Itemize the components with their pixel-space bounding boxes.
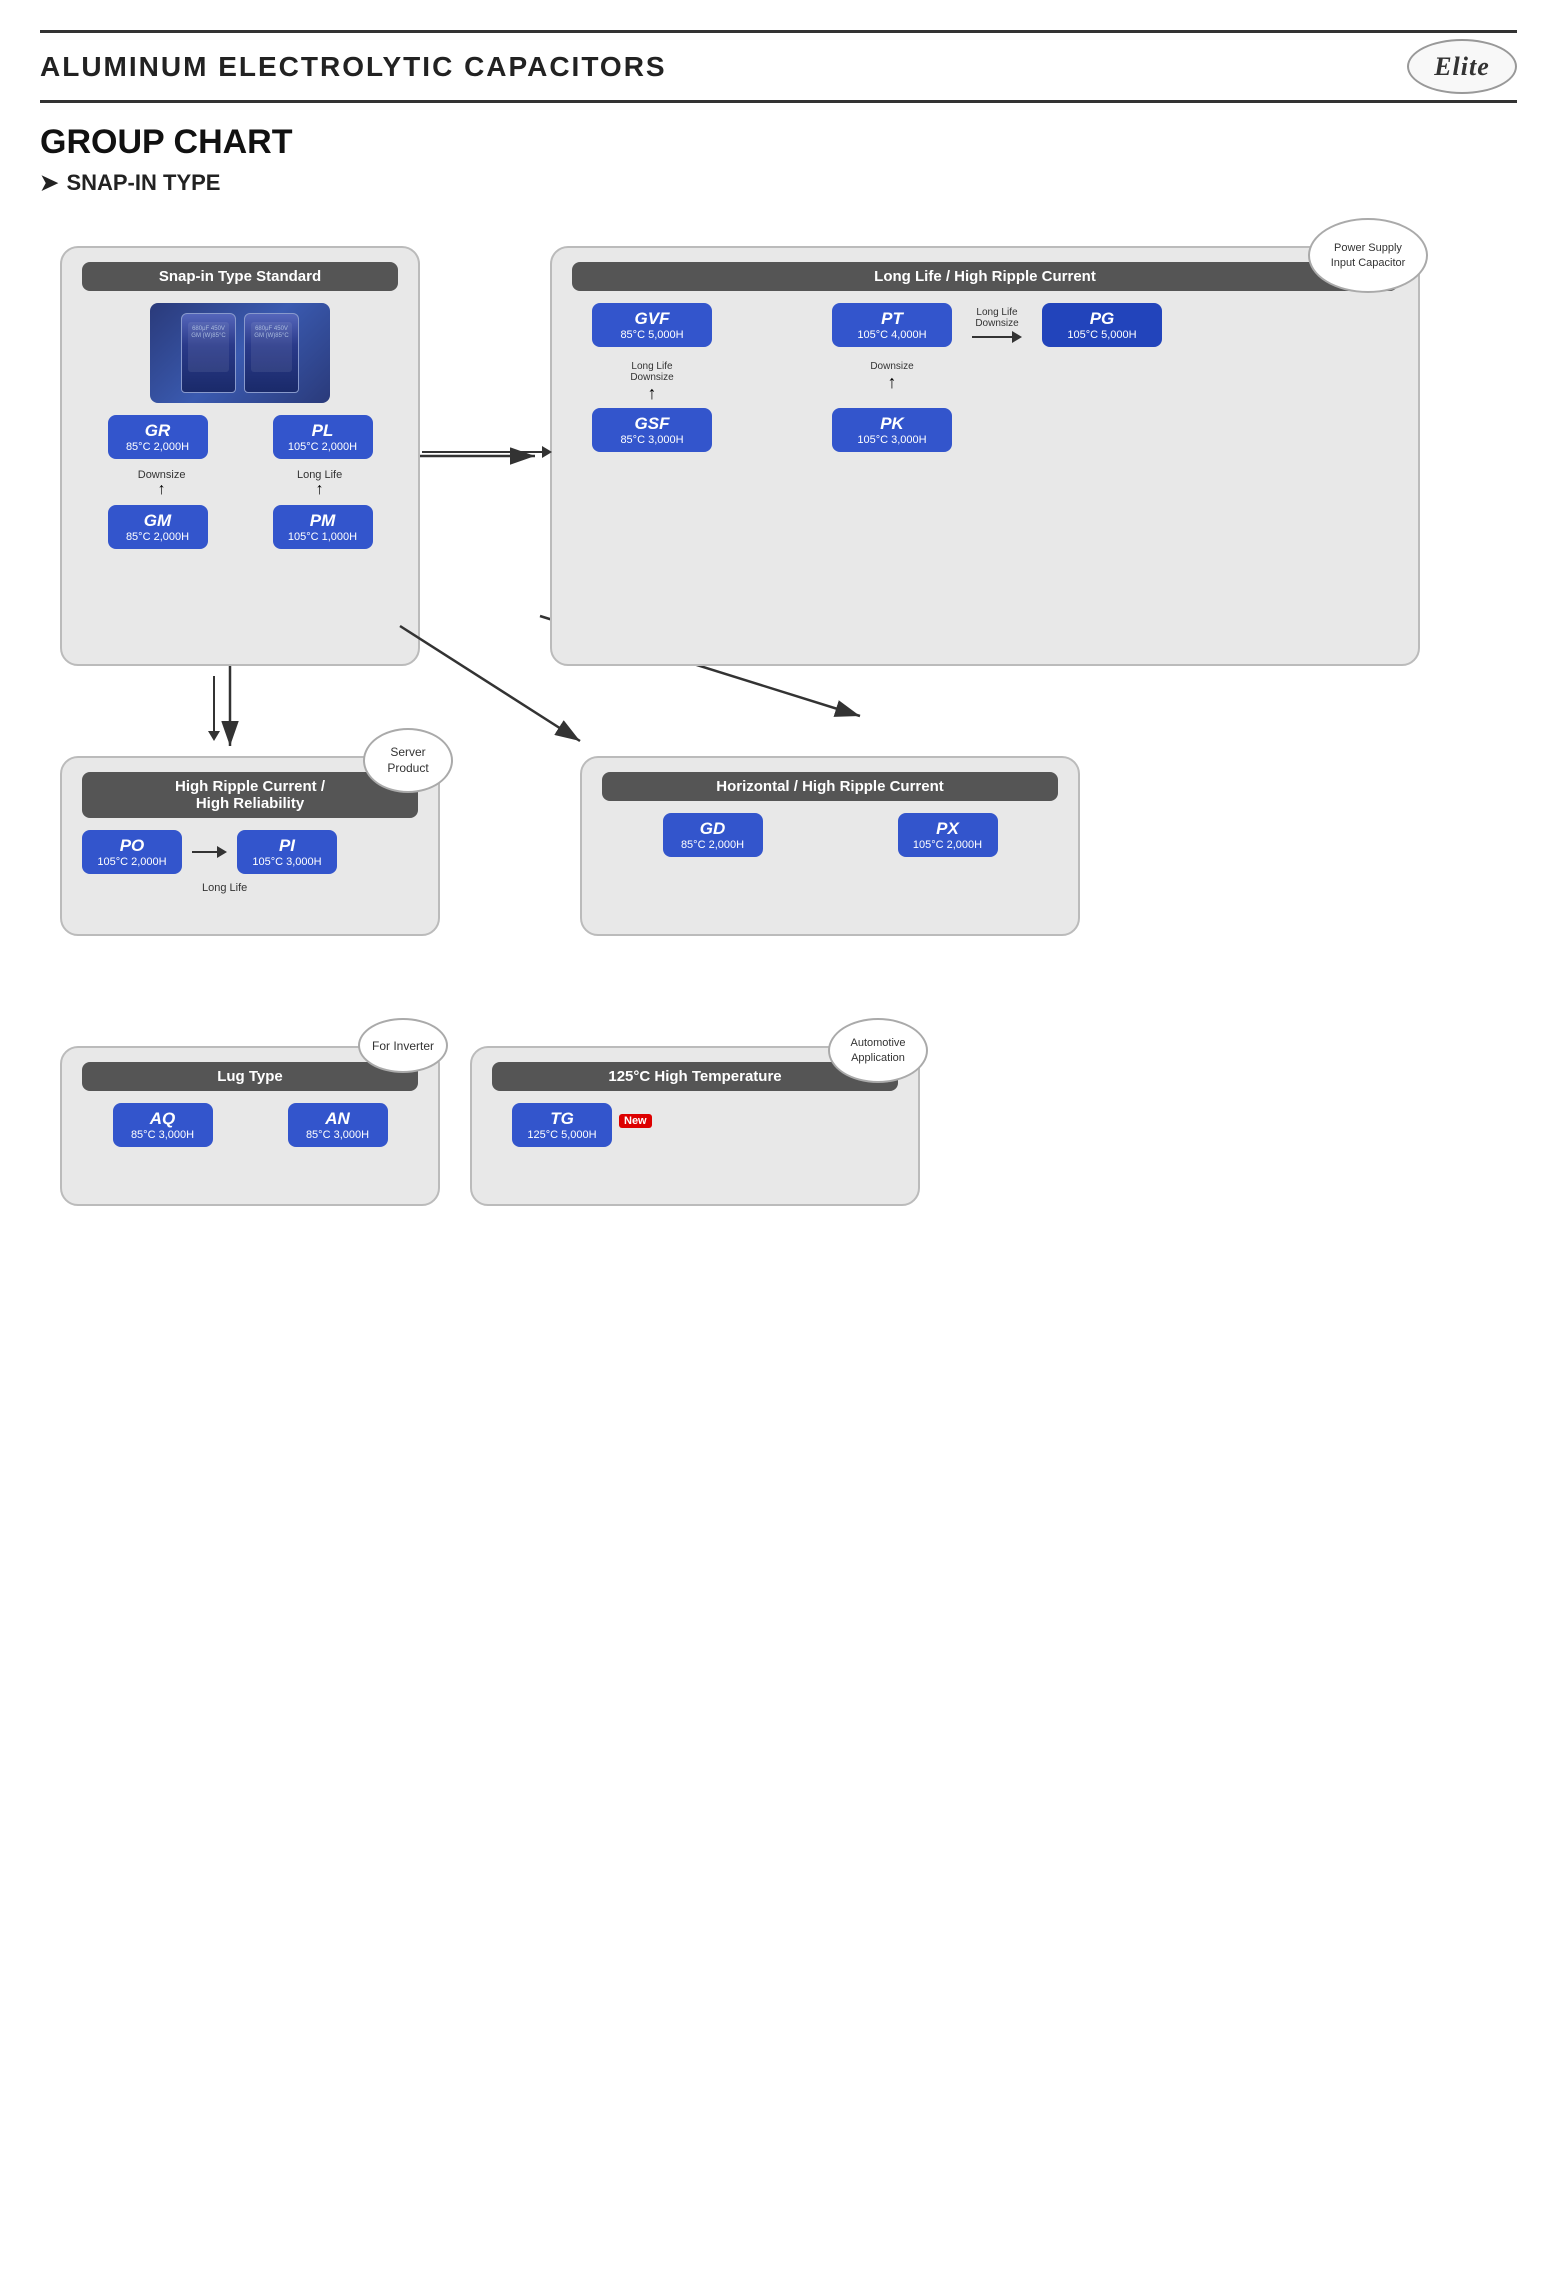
power-supply-callout: Power SupplyInput Capacitor: [1308, 218, 1428, 293]
product-tg[interactable]: TG 125°C 5,000H: [512, 1103, 612, 1147]
downsize-label: Downsize: [138, 469, 186, 481]
sub-title: ➤ SNAP-IN TYPE: [40, 170, 1517, 196]
long-life-box: Long Life / High Ripple Current Power Su…: [550, 246, 1420, 666]
product-gr[interactable]: GR 85°C 2,000H: [108, 415, 208, 459]
logo: Elite: [1407, 39, 1517, 94]
header-bar: ALUMINUM ELECTROLYTIC CAPACITORS Elite: [40, 30, 1517, 103]
product-pm[interactable]: PM 105°C 1,000H: [273, 505, 373, 549]
high-ripple-box: High Ripple Current /High Reliability Se…: [60, 756, 440, 936]
product-pl[interactable]: PL 105°C 2,000H: [273, 415, 373, 459]
cap-text-1: 680μF 450VGM (W)85°C: [191, 326, 225, 340]
lug-type-header: Lug Type: [82, 1062, 418, 1091]
arrow-symbol: ➤: [40, 170, 58, 196]
snap-standard-box: Snap-in Type Standard 680μF 450VGM (W)85…: [60, 246, 420, 666]
product-px[interactable]: PX 105°C 2,000H: [898, 813, 998, 857]
snap-standard-header: Snap-in Type Standard: [82, 262, 398, 291]
high-temp-box: 125°C High Temperature AutomotiveApplica…: [470, 1046, 920, 1206]
long-life-label: Long Life: [297, 469, 342, 481]
main-title: GROUP CHART: [40, 123, 1517, 162]
long-life-downsize-label: Long LifeDownsize: [975, 307, 1018, 329]
server-product-callout: ServerProduct: [363, 728, 453, 793]
product-gm[interactable]: GM 85°C 2,000H: [108, 505, 208, 549]
snap-top-row: GR 85°C 2,000H PL 105°C 2,000H: [82, 415, 398, 459]
page-wrapper: ALUMINUM ELECTROLYTIC CAPACITORS Elite G…: [40, 30, 1517, 1826]
right-arrow-main: [422, 446, 552, 458]
product-gsf[interactable]: GSF 85°C 3,000H: [592, 408, 712, 452]
page-header-title: ALUMINUM ELECTROLYTIC CAPACITORS: [40, 51, 667, 83]
product-pg[interactable]: PG 105°C 5,000H: [1042, 303, 1162, 347]
new-badge: New: [619, 1114, 652, 1128]
product-gd[interactable]: GD 85°C 2,000H: [663, 813, 763, 857]
cap-text-2: 680μF 450VGM (W)85°C: [254, 326, 288, 340]
horizontal-header: Horizontal / High Ripple Current: [602, 772, 1058, 801]
lug-type-box: Lug Type For Inverter AQ 85°C 3,000H AN …: [60, 1046, 440, 1206]
lug-products-row: AQ 85°C 3,000H AN 85°C 3,000H: [82, 1103, 418, 1147]
chart-area: Snap-in Type Standard 680μF 450VGM (W)85…: [40, 226, 1517, 1826]
product-gvf[interactable]: GVF 85°C 5,000H: [592, 303, 712, 347]
automotive-callout: AutomotiveApplication: [828, 1018, 928, 1083]
for-inverter-callout: For Inverter: [358, 1018, 448, 1073]
downsize-right: Downsize: [870, 361, 913, 372]
down-arrow-1: [208, 676, 220, 741]
product-aq[interactable]: AQ 85°C 3,000H: [113, 1103, 213, 1147]
long-life-header: Long Life / High Ripple Current: [572, 262, 1398, 291]
cap-cylinder-1: 680μF 450VGM (W)85°C: [181, 313, 236, 393]
high-ripple-header: High Ripple Current /High Reliability: [82, 772, 418, 818]
product-po[interactable]: PO 105°C 2,000H: [82, 830, 182, 874]
capacitor-image: 680μF 450VGM (W)85°C 680μF 450VGM (W)85°…: [150, 303, 330, 403]
horizontal-box: Horizontal / High Ripple Current GD 85°C…: [580, 756, 1080, 936]
product-pt[interactable]: PT 105°C 4,000H: [832, 303, 952, 347]
product-pk[interactable]: PK 105°C 3,000H: [832, 408, 952, 452]
cap-cylinder-2: 680μF 450VGM (W)85°C: [244, 313, 299, 393]
product-an[interactable]: AN 85°C 3,000H: [288, 1103, 388, 1147]
long-life-downsize-left: Long LifeDownsize: [630, 361, 673, 383]
snap-bottom-row: GM 85°C 2,000H PM 105°C 1,000H: [82, 505, 398, 549]
product-pi[interactable]: PI 105°C 3,000H: [237, 830, 337, 874]
horizontal-products-row: GD 85°C 2,000H PX 105°C 2,000H: [602, 813, 1058, 857]
long-life-label-hr: Long Life: [202, 882, 247, 894]
